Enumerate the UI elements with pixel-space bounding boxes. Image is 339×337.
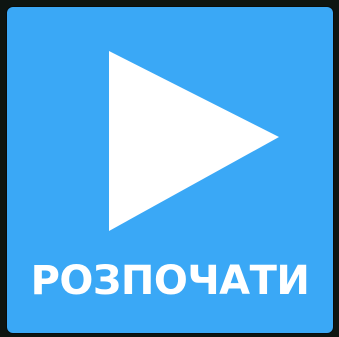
play-icon <box>109 51 279 231</box>
start-button-label: РОЗПОЧАТИ <box>30 258 310 304</box>
start-button[interactable]: РОЗПОЧАТИ <box>7 7 333 333</box>
